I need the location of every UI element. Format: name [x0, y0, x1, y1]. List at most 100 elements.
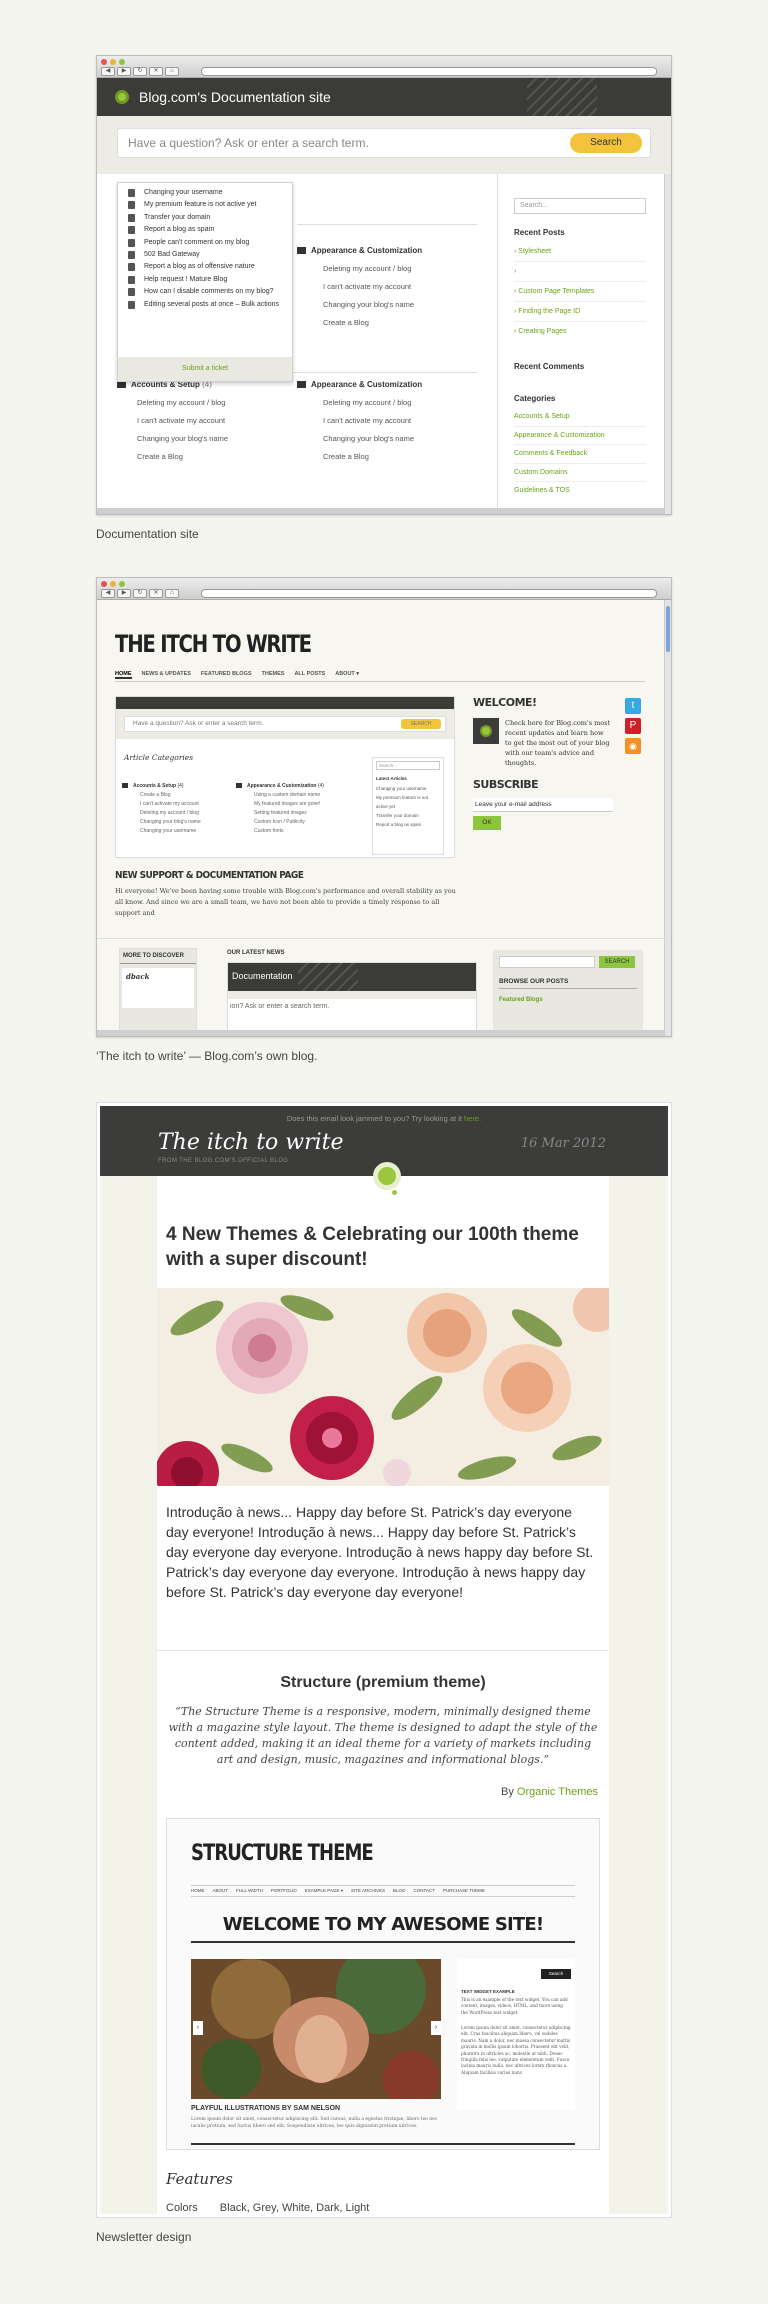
suggestion-item[interactable]: Help request ! Mature Blog: [118, 274, 292, 286]
subscribe-ok-button[interactable]: OK: [473, 816, 501, 830]
email-input[interactable]: Leave your e-mail address: [473, 798, 613, 812]
post-title[interactable]: NEW SUPPORT & DOCUMENTATION PAGE: [115, 870, 304, 881]
address-bar[interactable]: [201, 67, 657, 76]
minimize-dot-icon[interactable]: [110, 59, 116, 65]
cat-link[interactable]: Changing your blog's name: [140, 818, 201, 827]
stop-icon[interactable]: ✕: [149, 589, 163, 598]
blog-search-input[interactable]: Have a question? Ask or enter a search t…: [124, 716, 446, 732]
cat-link[interactable]: Setting featured images: [254, 809, 320, 818]
cat-link[interactable]: Custom fonts: [254, 827, 320, 836]
latest-article-link[interactable]: Changing your username: [376, 784, 440, 793]
doc-link[interactable]: Create a Blog: [323, 448, 414, 466]
cat-link[interactable]: My featured images are gone!: [254, 800, 320, 809]
browse-search-button[interactable]: SEARCH: [599, 956, 635, 968]
cat-link[interactable]: Create a Blog: [140, 791, 201, 800]
recent-post-link[interactable]: Creating Pages: [518, 328, 566, 335]
latest-article-link[interactable]: Report a blog as spam: [376, 820, 440, 829]
latest-article-link[interactable]: My premium feature is not active yet: [376, 793, 440, 811]
doc-link[interactable]: Create a Blog: [323, 314, 414, 332]
latest-article-link[interactable]: Transfer your domain: [376, 811, 440, 820]
category-link[interactable]: Custom Domains: [514, 464, 646, 483]
nav-news[interactable]: NEWS & UPDATES: [142, 671, 191, 679]
doc-link[interactable]: Changing your blog's name: [323, 296, 414, 314]
docs-site-title[interactable]: Blog.com's Documentation site: [139, 89, 331, 105]
preview-nav-item[interactable]: BLOG: [393, 1886, 406, 1896]
rss-icon[interactable]: ◉: [625, 738, 641, 754]
suggestion-item[interactable]: Transfer your domain: [118, 212, 292, 224]
submit-ticket-link[interactable]: Submit a ticket: [118, 357, 292, 381]
preview-nav-item[interactable]: EXAMPLE PAGE ▾: [305, 1886, 343, 1896]
twitter-icon[interactable]: t: [625, 698, 641, 714]
featured-blogs-link[interactable]: Featured Blogs: [499, 997, 637, 1003]
doc-link[interactable]: I can't activate my account: [323, 278, 414, 296]
maximize-dot-icon[interactable]: [119, 59, 125, 65]
suggestion-item[interactable]: Report a blog as of offensive nature: [118, 261, 292, 273]
suggestion-item[interactable]: People can't comment on my blog: [118, 237, 292, 249]
embedded-docs-preview[interactable]: Have a question? Ask or enter a search t…: [115, 696, 455, 858]
section-appearance-heading-2[interactable]: Appearance & Customization: [297, 380, 422, 389]
category-link[interactable]: Guidelines & TOS: [514, 482, 646, 500]
doc-link[interactable]: Deleting my account / blog: [323, 260, 414, 278]
preview-nav-item[interactable]: FULL WIDTH: [236, 1886, 263, 1896]
nav-featured[interactable]: FEATURED BLOGS: [201, 671, 252, 679]
suggestion-item[interactable]: Changing your username: [118, 187, 292, 199]
maximize-dot-icon[interactable]: [119, 581, 125, 587]
doc-link[interactable]: Deleting my account / blog: [137, 394, 228, 412]
forward-icon[interactable]: ▶: [117, 67, 131, 76]
blog-logo-icon[interactable]: [115, 90, 129, 104]
minimize-dot-icon[interactable]: [110, 581, 116, 587]
address-bar[interactable]: [201, 589, 657, 598]
category-link[interactable]: Appearance & Customization: [514, 427, 646, 446]
recent-post-link[interactable]: Finding the Page ID: [518, 308, 580, 315]
browse-search-input[interactable]: [499, 956, 595, 968]
cat-link[interactable]: Deleting my account / blog: [140, 809, 201, 818]
recent-post-link[interactable]: Stylesheet: [518, 248, 551, 255]
cat-link[interactable]: Using a custom domain name: [254, 791, 320, 800]
blog-cat-accounts[interactable]: Accounts & Setup (4): [122, 783, 184, 789]
discover-item[interactable]: dback: [122, 968, 194, 1008]
preview-nav-item[interactable]: HOME: [191, 1886, 205, 1896]
horizontal-scrollbar[interactable]: [97, 1030, 664, 1036]
author-link[interactable]: Organic Themes: [517, 1786, 598, 1798]
preview-nav-item[interactable]: PORTFOLIO: [271, 1886, 297, 1896]
forward-icon[interactable]: ▶: [117, 589, 131, 598]
blog-cat-appearance[interactable]: Appearance & Customization (4): [236, 783, 324, 789]
preview-search-button[interactable]: Search: [541, 1969, 571, 1979]
doc-link[interactable]: I can't activate my account: [137, 412, 228, 430]
suggestion-item[interactable]: 502 Bad Gateway: [118, 249, 292, 261]
preview-nav-item[interactable]: ABOUT: [213, 1886, 229, 1896]
back-icon[interactable]: ◀: [101, 589, 115, 598]
preview-nav-item[interactable]: PURCHASE THEME: [443, 1886, 485, 1896]
preview-nav-item[interactable]: SITE ARCHIVES: [351, 1886, 385, 1896]
reload-icon[interactable]: ↻: [133, 67, 147, 76]
category-link[interactable]: Comments & Feedback: [514, 445, 646, 464]
suggestion-item[interactable]: How can I disable comments on my blog?: [118, 286, 292, 298]
back-icon[interactable]: ◀: [101, 67, 115, 76]
preview-nav-item[interactable]: CONTACT: [414, 1886, 435, 1896]
view-online-link[interactable]: here.: [464, 1114, 481, 1123]
close-dot-icon[interactable]: [101, 59, 107, 65]
theme-preview[interactable]: STRUCTURE THEME HOME ABOUT FULL WIDTH PO…: [166, 1818, 600, 2150]
home-icon[interactable]: ⌂: [165, 589, 179, 598]
horizontal-scrollbar[interactable]: [97, 508, 664, 514]
cat-link[interactable]: Custom Icon / Publicity: [254, 818, 320, 827]
cat-link[interactable]: I can't activate my account: [140, 800, 201, 809]
doc-link[interactable]: Deleting my account / blog: [323, 394, 414, 412]
blog-search-button[interactable]: SEARCH: [401, 719, 441, 729]
small-search[interactable]: Search...: [376, 761, 440, 770]
section-appearance-heading[interactable]: Appearance & Customization: [297, 246, 422, 255]
doc-link[interactable]: I can't activate my account: [323, 412, 414, 430]
reload-icon[interactable]: ↻: [133, 589, 147, 598]
close-dot-icon[interactable]: [101, 581, 107, 587]
nav-about[interactable]: ABOUT ▾: [335, 671, 359, 679]
slider-next-icon[interactable]: ›: [431, 2021, 441, 2035]
sidebar-search-input[interactable]: Search...: [514, 198, 646, 214]
blog-title[interactable]: THE ITCH TO WRITE: [115, 630, 312, 658]
doc-link[interactable]: Create a Blog: [137, 448, 228, 466]
cat-link[interactable]: Changing your username: [140, 827, 201, 836]
latest-news-preview[interactable]: Documentation ion? Ask or enter a search…: [227, 962, 477, 1034]
suggestion-item[interactable]: Editing several posts at once – Bulk act…: [118, 299, 292, 311]
suggestion-item[interactable]: My premium feature is not active yet: [118, 199, 292, 211]
pinterest-icon[interactable]: P: [625, 718, 641, 734]
suggestion-item[interactable]: Report a blog as spam: [118, 224, 292, 236]
